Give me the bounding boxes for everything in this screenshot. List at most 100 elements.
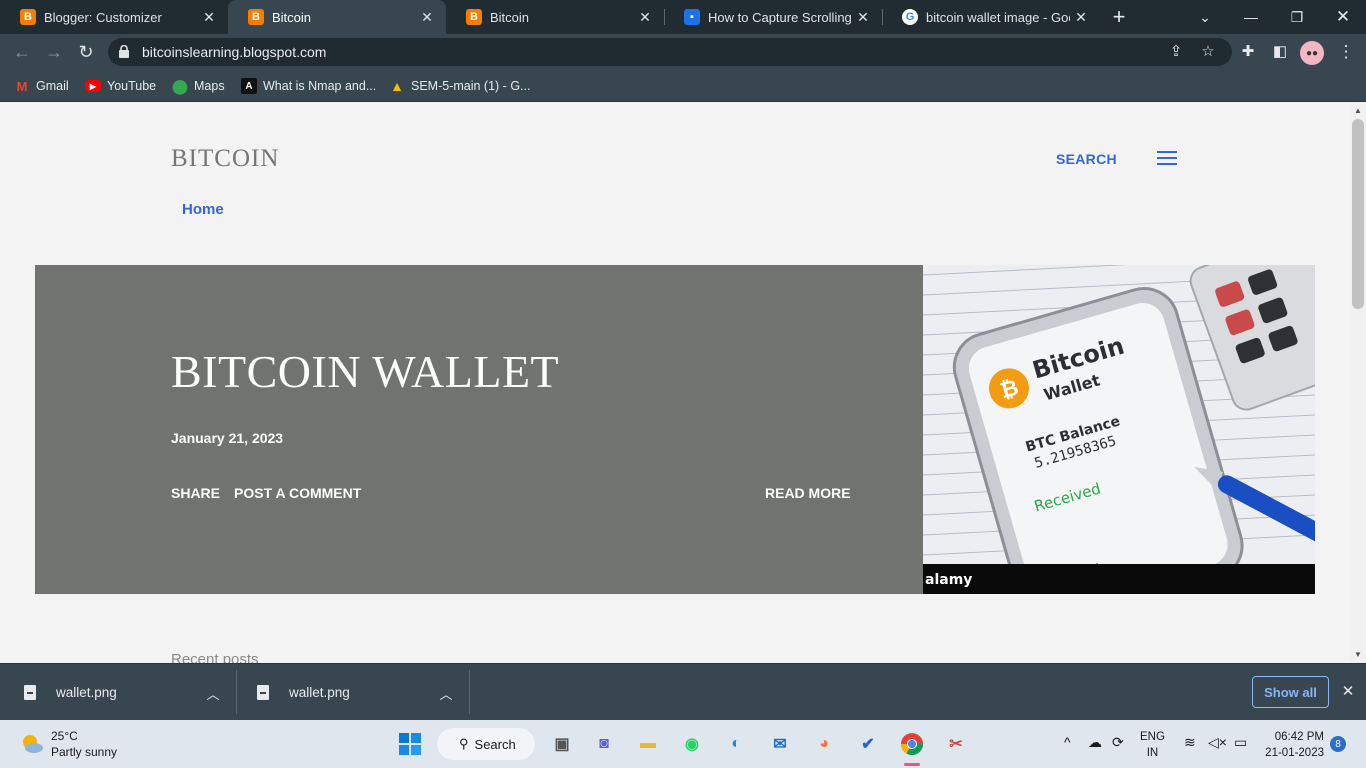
bookmark-label: Gmail — [36, 79, 69, 93]
browser-toolbar: ← → ↻ bitcoinslearning.blogspot.com ⇪ ☆ … — [0, 34, 1366, 70]
read-more-link[interactable]: READ MORE — [765, 485, 851, 501]
system-clock[interactable]: 06:42 PM 21-01-2023 — [1262, 729, 1324, 761]
drive-icon: ▲ — [390, 78, 404, 94]
share-button[interactable]: SHARE — [171, 485, 220, 501]
scroll-up-icon[interactable]: ▲ — [1354, 107, 1362, 115]
image-watermark: alamy — [925, 572, 972, 588]
back-button[interactable]: ← — [10, 40, 34, 64]
task-view-icon[interactable]: ▣ — [546, 728, 578, 760]
clock-time: 06:42 PM — [1274, 731, 1324, 743]
teams-chat-icon[interactable]: ◙ — [588, 728, 620, 760]
chrome-icon[interactable] — [896, 728, 928, 760]
edge-icon[interactable]: ◐ — [720, 728, 752, 760]
notification-badge[interactable]: 8 — [1330, 736, 1346, 752]
share-icon[interactable]: ⇪ — [1166, 42, 1186, 62]
tab-search-chevron-icon[interactable]: ⌄ — [1182, 0, 1228, 34]
snipping-tool-icon[interactable]: ✂ — [940, 728, 972, 760]
language-code: ENG — [1140, 731, 1165, 743]
whatsapp-icon[interactable]: ◉ — [676, 728, 708, 760]
clock-date: 21-01-2023 — [1265, 747, 1324, 759]
close-icon[interactable]: ✕ — [1338, 682, 1358, 700]
menu-dots-icon[interactable]: ⋮ — [1334, 40, 1358, 64]
tab-bitcoin[interactable]: B Bitcoin ✕ — [446, 0, 664, 34]
lock-icon[interactable] — [119, 45, 129, 58]
address-bar[interactable]: bitcoinslearning.blogspot.com ⇪ ☆ — [108, 38, 1232, 66]
profile-avatar[interactable]: ●● — [1300, 41, 1324, 65]
chevron-up-icon[interactable]: ︿ — [438, 684, 454, 703]
close-icon[interactable]: ✕ — [852, 9, 874, 26]
close-window-button[interactable]: ✕ — [1320, 0, 1366, 34]
bookmark-label: Maps — [194, 79, 225, 93]
bookmark-gmail[interactable]: M Gmail — [14, 76, 69, 96]
todo-icon[interactable]: ✔ — [852, 728, 884, 760]
weather-partly-sunny-icon[interactable] — [20, 732, 44, 756]
post-date[interactable]: January 21, 2023 — [171, 430, 283, 446]
bookmark-nmap[interactable]: A What is Nmap and... — [241, 76, 376, 96]
bookmark-youtube[interactable]: ▶ YouTube — [85, 76, 156, 96]
tab-title: Bitcoin — [490, 9, 530, 25]
show-all-button[interactable]: Show all — [1252, 676, 1329, 708]
post-featured-image[interactable]: ₿ Bitcoin Wallet BTC Balance 5.21958365 … — [923, 265, 1315, 594]
windows-taskbar: 25°C Partly sunny ⚲ Search ▣ ◙ ▬ ◉ ◐ ✉ ◕… — [0, 720, 1366, 768]
taskbar-search[interactable]: ⚲ Search — [437, 728, 535, 760]
active-app-indicator — [904, 763, 920, 766]
forward-button[interactable]: → — [42, 40, 66, 64]
minimize-button[interactable]: — — [1228, 0, 1274, 34]
side-panel-icon[interactable]: ◧ — [1268, 40, 1292, 64]
new-tab-button[interactable]: + — [1108, 4, 1130, 30]
post-title[interactable]: BITCOIN WALLET — [171, 345, 559, 398]
extensions-icon[interactable]: ✚ — [1236, 40, 1260, 64]
firefox-icon[interactable]: ◕ — [808, 728, 840, 760]
page-scrollbar[interactable]: ▲ ▼ — [1350, 103, 1366, 663]
nav-home-link[interactable]: Home — [182, 201, 224, 218]
start-icon[interactable] — [394, 728, 426, 760]
bitcoin-wallet-illustration: ₿ Bitcoin Wallet BTC Balance 5.21958365 … — [923, 265, 1315, 594]
sync-icon[interactable]: ⟳ — [1112, 734, 1124, 751]
microsoft-icon: ▪ — [684, 9, 700, 25]
site-title[interactable]: BITCOIN — [171, 145, 279, 173]
scroll-down-icon[interactable]: ▼ — [1354, 651, 1362, 659]
bookmark-star-icon[interactable]: ☆ — [1198, 42, 1218, 62]
download-shelf: wallet.png ︿ wallet.png ︿ Show all ✕ — [0, 663, 1366, 720]
download-item[interactable]: wallet.png — [24, 664, 117, 721]
download-separator — [236, 670, 237, 714]
bookmark-drive[interactable]: ▲ SEM-5-main (1) - G... — [389, 76, 530, 96]
scrollbar-thumb[interactable] — [1352, 119, 1364, 309]
file-explorer-icon[interactable]: ▬ — [632, 728, 664, 760]
chevron-up-icon[interactable]: ^ — [1064, 734, 1071, 750]
reload-button[interactable]: ↻ — [74, 40, 98, 64]
onedrive-cloud-icon[interactable]: ☁ — [1088, 734, 1102, 751]
tab-google-search[interactable]: G bitcoin wallet image - Googl ✕ — [882, 0, 1100, 34]
tab-title: How to Capture Scrolling Scr — [708, 9, 852, 25]
hamburger-menu-icon[interactable] — [1157, 151, 1177, 165]
bookmarks-bar: M Gmail ▶ YouTube ⬤ Maps A What is Nmap … — [0, 70, 1366, 102]
restore-button[interactable]: ❐ — [1274, 0, 1320, 34]
download-item[interactable]: wallet.png — [257, 664, 350, 721]
bookmark-label: What is Nmap and... — [263, 79, 377, 93]
speaker-mute-icon[interactable]: ◁× — [1208, 734, 1227, 751]
search-link[interactable]: SEARCH — [1056, 151, 1117, 167]
tab-bitcoin-active[interactable]: B Bitcoin ✕ — [228, 0, 446, 34]
mail-icon[interactable]: ✉ — [764, 728, 796, 760]
close-icon[interactable]: ✕ — [634, 9, 656, 26]
file-icon — [24, 685, 36, 700]
close-icon[interactable]: ✕ — [1070, 9, 1092, 26]
tab-title: bitcoin wallet image - Googl — [926, 9, 1070, 25]
tab-blogger-customizer[interactable]: B Blogger: Customizer ✕ — [0, 0, 228, 34]
tab-strip: B Blogger: Customizer ✕ B Bitcoin ✕ B Bi… — [0, 0, 1366, 34]
wifi-icon[interactable]: ≋ — [1184, 734, 1196, 751]
close-icon[interactable]: ✕ — [198, 9, 220, 26]
weather-temperature[interactable]: 25°C — [51, 729, 78, 743]
battery-icon[interactable]: ▭ — [1234, 734, 1247, 751]
download-separator — [469, 670, 470, 714]
bookmark-maps[interactable]: ⬤ Maps — [172, 76, 225, 96]
post-comment-link[interactable]: POST A COMMENT — [234, 485, 361, 501]
maps-icon: ⬤ — [172, 77, 188, 94]
chevron-up-icon[interactable]: ︿ — [205, 684, 221, 703]
recent-posts-heading: Recent posts — [171, 651, 259, 663]
tab-scrolling-capture[interactable]: ▪ How to Capture Scrolling Scr ✕ — [664, 0, 882, 34]
close-icon[interactable]: ✕ — [416, 9, 438, 26]
language-indicator[interactable]: ENG IN — [1140, 729, 1165, 761]
weather-description[interactable]: Partly sunny — [51, 745, 117, 759]
search-icon: ⚲ — [459, 736, 469, 751]
